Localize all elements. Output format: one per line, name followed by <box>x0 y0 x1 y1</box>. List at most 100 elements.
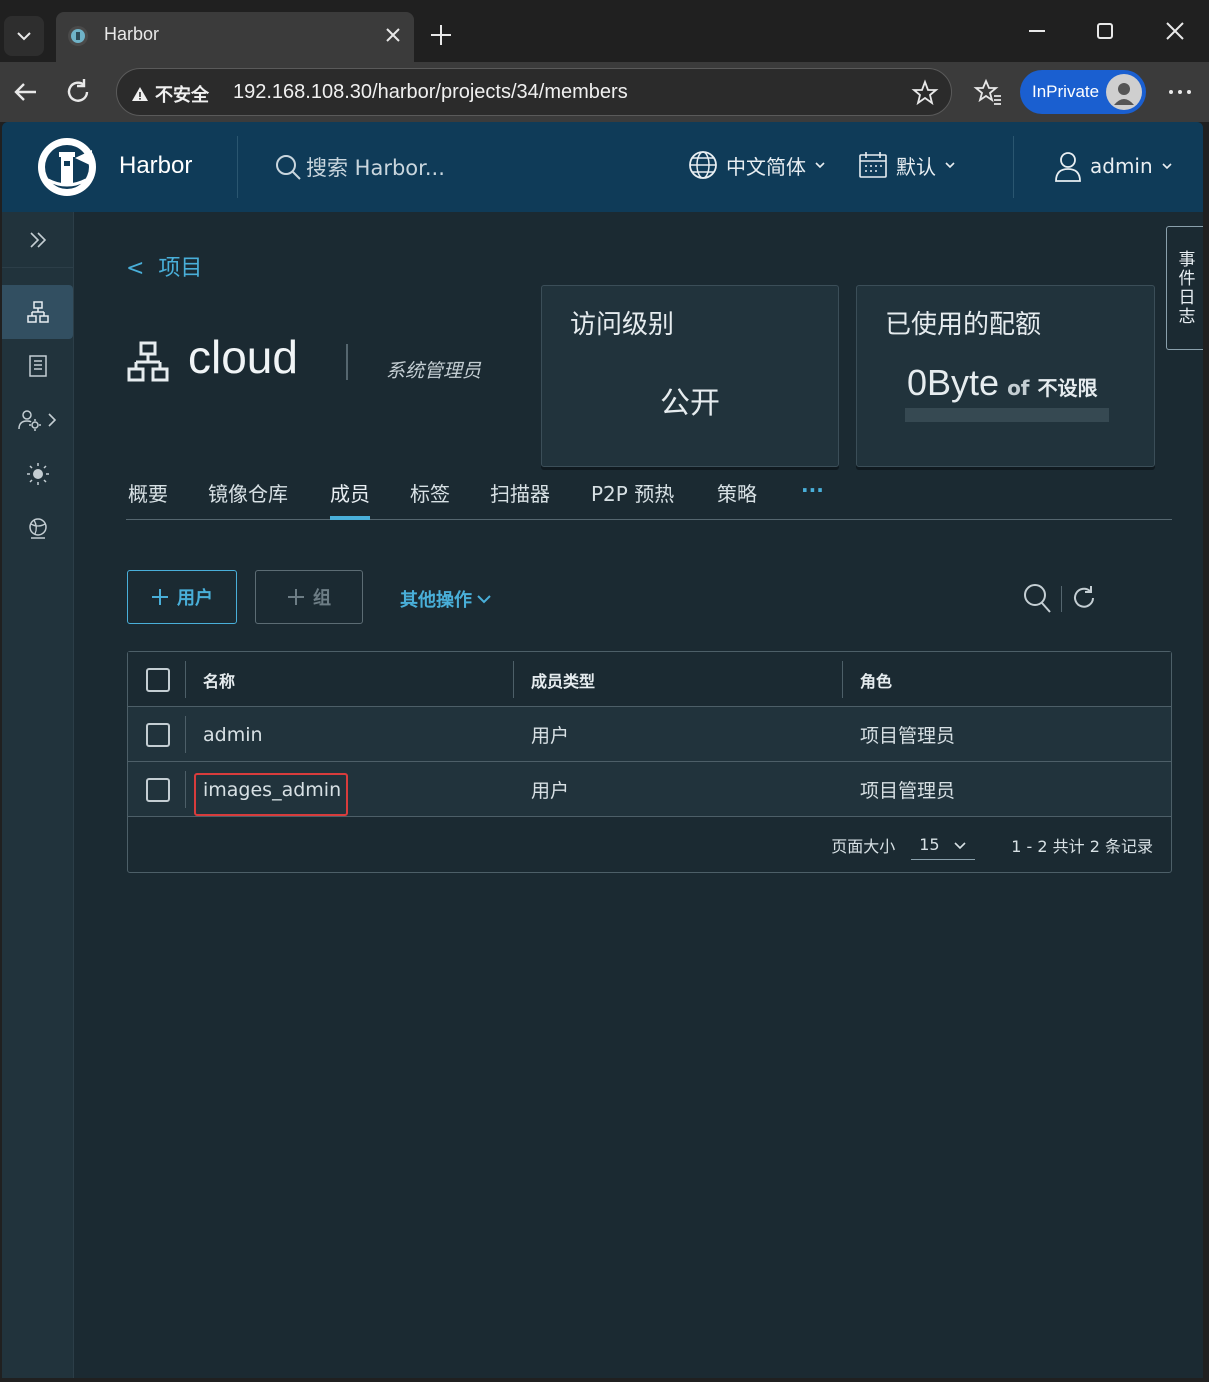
api-globe-icon <box>29 518 47 539</box>
language-label: 中文简体 <box>726 154 806 179</box>
tab-title: Harbor <box>104 24 160 44</box>
double-chevron-right-icon <box>30 231 47 248</box>
table-row[interactable]: admin 用户 项目管理员 <box>128 707 1171 762</box>
tab-actions-button[interactable] <box>4 16 44 56</box>
column-separator <box>185 661 186 698</box>
quota-title: 已使用的配额 <box>885 310 1042 340</box>
sidebar-item-theme[interactable] <box>2 447 74 501</box>
quota-limit: 不设限 <box>1037 376 1098 400</box>
globe-icon <box>689 151 717 179</box>
favorites-icon[interactable] <box>972 76 1004 108</box>
browser-titlebar: Harbor <box>0 0 1209 62</box>
tab-policy[interactable]: 策略 <box>717 478 757 520</box>
tab-p2p-preheat[interactable]: P2P 预热 <box>591 478 674 520</box>
favorite-star-icon[interactable] <box>911 79 939 107</box>
warning-icon <box>132 87 148 101</box>
column-separator <box>513 661 514 698</box>
header-divider <box>237 136 238 198</box>
sidebar-item-administration[interactable] <box>2 393 74 447</box>
back-arrow-icon[interactable] <box>10 76 42 108</box>
page-size-select[interactable]: 15 <box>911 830 976 860</box>
window-close-icon[interactable] <box>1162 18 1188 44</box>
tab-summary[interactable]: 概要 <box>128 478 168 520</box>
project-name: cloud <box>188 331 298 383</box>
user-menu[interactable]: admin <box>1054 150 1173 182</box>
url-text[interactable]: 192.168.108.30/harbor/projects/34/member… <box>233 81 628 104</box>
members-table: 名称 成员类型 角色 admin 用户 项目管理员 images_admin 用… <box>127 651 1172 873</box>
more-menu-icon[interactable] <box>1164 76 1196 108</box>
table-footer: 页面大小 15 1 - 2 共计 2 条记录 <box>128 818 1171 872</box>
browser-navbar: 不安全 192.168.108.30/harbor/projects/34/me… <box>0 62 1209 122</box>
global-search[interactable]: 搜索 Harbor... <box>274 152 445 182</box>
harbor-app: Harbor 搜索 Harbor... 中文简体 默认 admin 事件日志 <… <box>2 122 1203 1378</box>
document-icon <box>29 355 47 377</box>
chevron-down-icon <box>945 162 955 169</box>
row-checkbox[interactable] <box>146 723 170 747</box>
tab-more[interactable]: ··· <box>801 478 824 520</box>
maximize-icon[interactable] <box>1092 18 1118 44</box>
harbor-logo-icon[interactable] <box>36 136 98 198</box>
search-icon[interactable] <box>1022 582 1052 614</box>
minimize-icon[interactable] <box>1024 18 1050 44</box>
access-level-card: 访问级别 公开 <box>541 285 839 467</box>
other-actions-dropdown[interactable]: 其他操作 <box>400 586 492 612</box>
sidebar-item-logs[interactable] <box>2 339 74 393</box>
browser-tab[interactable]: Harbor <box>56 12 414 62</box>
inprivate-label: InPrivate <box>1032 82 1100 101</box>
column-header-name[interactable]: 名称 <box>203 652 235 707</box>
event-log-label: 事件日志 <box>1174 250 1195 326</box>
close-icon[interactable] <box>382 24 404 46</box>
quota-used: 0Byte <box>907 362 1000 403</box>
tab-members[interactable]: 成员 <box>330 478 370 520</box>
user-name: admin <box>1090 154 1153 178</box>
select-all-checkbox[interactable] <box>146 668 170 692</box>
add-group-button[interactable]: 组 <box>255 570 363 624</box>
quota-progress-bar <box>905 408 1109 422</box>
security-indicator[interactable]: 不安全 <box>131 81 209 107</box>
table-row[interactable]: images_admin 用户 项目管理员 <box>128 762 1171 817</box>
column-header-member-type[interactable]: 成员类型 <box>531 652 595 707</box>
quota-card: 已使用的配额 0Byte of 不设限 <box>856 285 1155 467</box>
search-icon <box>276 155 301 180</box>
sidebar-item-projects[interactable] <box>2 285 73 339</box>
theme-selector[interactable]: 默认 <box>858 150 956 180</box>
member-type: 用户 <box>531 725 570 747</box>
row-checkbox[interactable] <box>146 778 170 802</box>
sidebar-collapse-toggle[interactable] <box>2 212 74 268</box>
language-selector[interactable]: 中文简体 <box>688 150 826 180</box>
event-log-tab[interactable]: 事件日志 <box>1166 226 1203 350</box>
plus-icon <box>288 589 304 605</box>
harbor-favicon-icon <box>68 26 88 46</box>
project-title-divider <box>346 344 348 380</box>
app-brand[interactable]: Harbor <box>119 152 192 180</box>
address-bar[interactable]: 不安全 192.168.108.30/harbor/projects/34/me… <box>116 68 952 116</box>
project-role: 系统管理员 <box>386 360 482 382</box>
tab-repositories[interactable]: 镜像仓库 <box>208 478 288 520</box>
chevron-right-icon <box>48 413 57 427</box>
refresh-icon[interactable] <box>1070 584 1098 612</box>
breadcrumb-projects-link[interactable]: < 项目 <box>126 250 202 282</box>
refresh-icon[interactable] <box>62 76 94 108</box>
page-size-value: 15 <box>919 835 940 854</box>
member-type: 用户 <box>531 780 570 802</box>
profile-avatar-icon <box>1106 74 1142 110</box>
user-icon <box>1055 152 1081 182</box>
chevron-down-icon <box>1162 163 1172 170</box>
sun-icon <box>27 463 49 485</box>
inprivate-button[interactable]: InPrivate <box>1020 70 1146 114</box>
new-tab-icon[interactable] <box>428 22 454 48</box>
tab-scanner[interactable]: 扫描器 <box>490 478 550 520</box>
add-user-button[interactable]: 用户 <box>127 570 237 624</box>
column-separator <box>842 661 843 698</box>
sidebar-item-api[interactable] <box>2 501 74 555</box>
app-header: Harbor 搜索 Harbor... 中文简体 默认 admin <box>2 122 1203 212</box>
add-group-label: 组 <box>313 588 331 609</box>
access-level-title: 访问级别 <box>570 310 675 340</box>
pagination-summary: 1 - 2 共计 2 条记录 <box>1011 837 1153 856</box>
column-header-role[interactable]: 角色 <box>860 652 892 707</box>
member-name: admin <box>203 723 263 746</box>
search-placeholder: 搜索 Harbor... <box>306 156 445 180</box>
quota-of: of <box>1007 376 1030 400</box>
column-separator <box>185 716 186 753</box>
tab-labels[interactable]: 标签 <box>410 478 450 520</box>
